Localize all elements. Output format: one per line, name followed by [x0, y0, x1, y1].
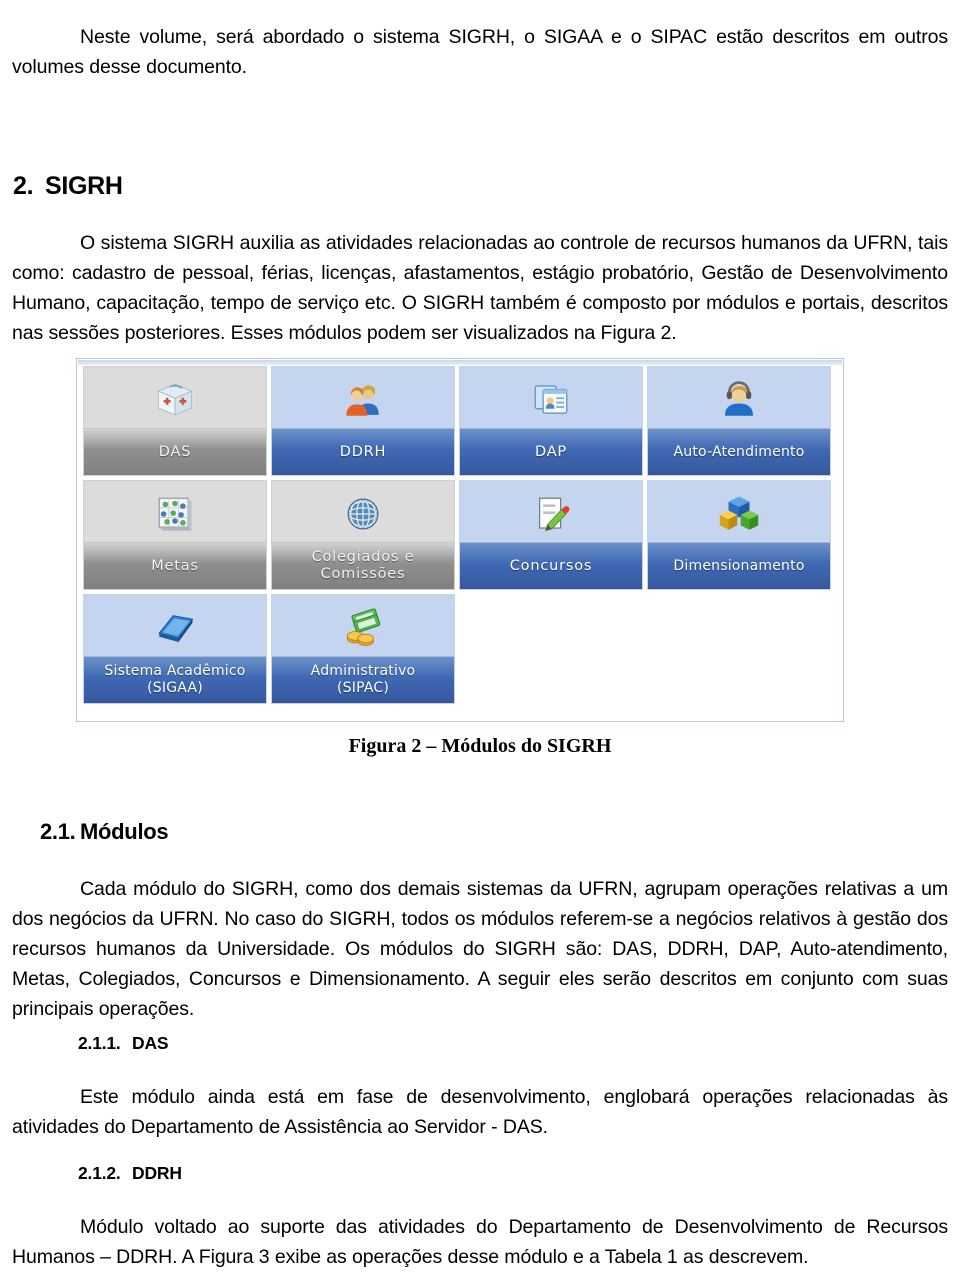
- module-tile-label: Concursos: [460, 542, 642, 589]
- module-tile-administrativo-sipac[interactable]: Administrativo (SIPAC): [271, 594, 455, 704]
- heading-section-2-1-number: 2.1.: [40, 819, 76, 845]
- three-cubes-icon: [648, 481, 830, 542]
- heading-section-2-number: 2.: [13, 171, 34, 200]
- module-tile-label: DAP: [460, 428, 642, 475]
- figure-2-caption: Figura 2 – Módulos do SIGRH: [348, 735, 612, 757]
- heading-section-2-title: SIGRH: [45, 171, 123, 200]
- module-tile-label: Metas: [84, 542, 266, 589]
- intro-paragraph: Neste volume, será abordado o sistema SI…: [12, 22, 948, 82]
- heading-section-2-1-title: Módulos: [80, 819, 169, 845]
- first-aid-box-icon: [84, 367, 266, 428]
- module-tile-colegiados-comissoes[interactable]: Colegiados e Comissões: [271, 480, 455, 590]
- heading-section-2: 2. SIGRH: [13, 172, 123, 201]
- id-card-window-icon: [460, 367, 642, 428]
- grid-nodes-icon: [84, 481, 266, 542]
- section-2-1-2-paragraph: Módulo voltado ao suporte das atividades…: [12, 1212, 948, 1272]
- module-tile-metas[interactable]: Metas: [83, 480, 267, 590]
- section-2-1-2-paragraph-text: Módulo voltado ao suporte das atividades…: [12, 1215, 948, 1268]
- module-tile-grid: DAS DDRH DAP Auto-Atendimento Metas Cole…: [83, 366, 839, 704]
- module-tile-auto-atendimento[interactable]: Auto-Atendimento: [647, 366, 831, 476]
- section-2-1-paragraph-text: Cada módulo do SIGRH, como dos demais si…: [12, 877, 948, 1020]
- document-page: Neste volume, será abordado o sistema SI…: [0, 0, 960, 1273]
- module-tile-sistema-academico-sigaa[interactable]: Sistema Acadêmico (SIGAA): [83, 594, 267, 704]
- intro-paragraph-text: Neste volume, será abordado o sistema SI…: [12, 25, 948, 78]
- heading-section-2-1-2-number: 2.1.2.: [78, 1162, 121, 1183]
- heading-section-2-1-1-number: 2.1.1.: [78, 1032, 121, 1053]
- section-2-1-1-paragraph-text: Este módulo ainda está em fase de desenv…: [12, 1085, 948, 1138]
- blue-book-icon: [84, 595, 266, 656]
- heading-section-2-1: 2.1. Módulos: [40, 819, 169, 845]
- globe-icon: [272, 481, 454, 542]
- module-tile-label: Administrativo (SIPAC): [272, 656, 454, 703]
- module-tile-label: Dimensionamento: [648, 542, 830, 589]
- module-tile-label: DAS: [84, 428, 266, 475]
- section-2-paragraph: O sistema SIGRH auxilia as atividades re…: [12, 228, 948, 348]
- heading-section-2-1-2-title: DDRH: [132, 1162, 182, 1183]
- module-tile-label: Colegiados e Comissões: [272, 542, 454, 589]
- document-pencil-icon: [460, 481, 642, 542]
- figure-2-modules-screenshot: DAS DDRH DAP Auto-Atendimento Metas Cole…: [76, 358, 844, 722]
- module-tile-label: Sistema Acadêmico (SIGAA): [84, 656, 266, 703]
- heading-section-2-1-1-title: DAS: [132, 1032, 169, 1053]
- heading-section-2-1-2: 2.1.2. DDRH: [78, 1163, 182, 1184]
- section-2-1-1-paragraph: Este módulo ainda está em fase de desenv…: [12, 1082, 948, 1142]
- module-tile-dimensionamento[interactable]: Dimensionamento: [647, 480, 831, 590]
- heading-section-2-1-1: 2.1.1. DAS: [78, 1032, 169, 1054]
- section-2-paragraph-text: O sistema SIGRH auxilia as atividades re…: [12, 231, 948, 344]
- money-coins-icon: [272, 595, 454, 656]
- module-tile-ddrh[interactable]: DDRH: [271, 366, 455, 476]
- module-tile-das[interactable]: DAS: [83, 366, 267, 476]
- module-tile-concursos[interactable]: Concursos: [459, 480, 643, 590]
- module-tile-label: DDRH: [272, 428, 454, 475]
- headset-person-icon: [648, 367, 830, 428]
- two-people-icon: [272, 367, 454, 428]
- module-tile-dap[interactable]: DAP: [459, 366, 643, 476]
- module-tile-label: Auto-Atendimento: [648, 428, 830, 475]
- section-2-1-paragraph: Cada módulo do SIGRH, como dos demais si…: [12, 874, 948, 1024]
